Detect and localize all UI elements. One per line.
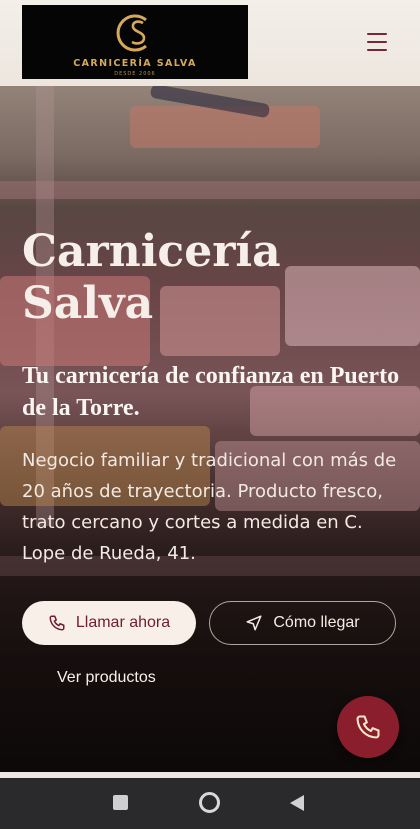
hero-title: Carnicería Salva <box>22 226 281 329</box>
hero-section: Carnicería Salva Tu carnicería de confia… <box>0 86 420 772</box>
phone-icon <box>49 615 65 631</box>
cs-monogram-logo-icon <box>116 14 147 52</box>
hero-tagline: Tu carnicería de confianza en Puerto de … <box>22 363 400 421</box>
directions-label: Cómo llegar <box>273 614 360 631</box>
navigation-arrow-icon <box>246 615 262 631</box>
call-now-button[interactable]: Llamar ahora <box>22 601 196 645</box>
recent-apps-square-icon[interactable] <box>113 795 128 810</box>
brand-logo[interactable]: CARNICERÍA SALVA DESDE 2006 <box>22 5 248 79</box>
call-now-label: Llamar ahora <box>75 614 171 631</box>
phone-icon <box>356 715 380 739</box>
directions-button[interactable]: Cómo llegar <box>209 601 396 645</box>
floating-call-button[interactable] <box>337 696 399 758</box>
logo-tagline-text: DESDE 2006 <box>114 71 156 77</box>
hero-description: Negocio familiar y tradicional con más d… <box>22 450 397 564</box>
hamburger-menu-icon[interactable] <box>364 30 390 54</box>
view-products-link[interactable]: Ver productos <box>57 669 156 687</box>
system-navigation-bar <box>0 778 420 829</box>
site-header: CARNICERÍA SALVA DESDE 2006 <box>0 0 420 86</box>
back-triangle-icon[interactable] <box>289 794 305 812</box>
home-circle-icon[interactable] <box>199 792 220 813</box>
logo-name-text: CARNICERÍA SALVA <box>73 58 197 69</box>
